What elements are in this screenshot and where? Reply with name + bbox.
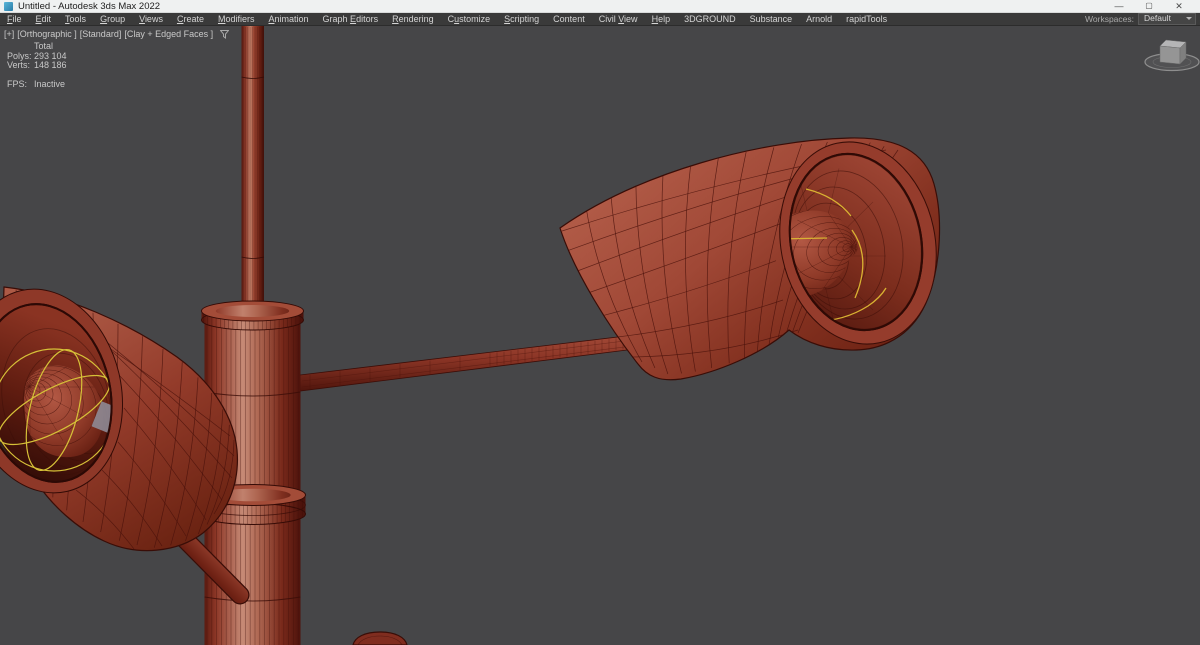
stats-fps-label: FPS: <box>7 78 28 89</box>
menu-item-rendering[interactable]: Rendering <box>385 13 441 25</box>
viewport-menu-standard[interactable]: [Standard] <box>80 29 122 39</box>
stats-verts-label: Verts: <box>7 60 31 70</box>
menu-item-help[interactable]: Help <box>645 13 678 25</box>
window-title: Untitled - Autodesk 3ds Max 2022 <box>18 0 161 12</box>
menu-item-content[interactable]: Content <box>546 13 592 25</box>
lamp-arm-right[interactable] <box>299 332 652 392</box>
menu-item-views[interactable]: Views <box>132 13 170 25</box>
menu-item-arnold[interactable]: Arnold <box>799 13 839 25</box>
workspaces-area: Workspaces: Default <box>1085 13 1200 25</box>
viewport-menu-pos[interactable]: [+] <box>4 29 14 39</box>
lamp-pole[interactable] <box>199 26 306 645</box>
pole-collar-top <box>201 300 304 331</box>
menu-item-civil-view[interactable]: Civil View <box>592 13 645 25</box>
viewport-label: [+] [Orthographic ] [Standard] [Clay + E… <box>4 29 230 39</box>
menu-item-rapidtools[interactable]: rapidTools <box>839 13 894 25</box>
app-icon[interactable] <box>4 1 13 11</box>
menu-bar: File Edit Tools Group Views Create Modifiers An… <box>0 13 1200 26</box>
menu-item-file[interactable]: File <box>0 13 29 25</box>
menu-items: File Edit Tools Group Views Create Modifiers An… <box>0 13 894 25</box>
menu-item-graph-editors[interactable]: Graph Editors <box>316 13 386 25</box>
view-cube[interactable] <box>1144 39 1200 72</box>
chevron-down-icon <box>1186 17 1192 20</box>
workspaces-label: Workspaces: <box>1085 14 1134 24</box>
menu-item-modifiers[interactable]: Modifiers <box>211 13 262 25</box>
workspace-value: Default <box>1144 13 1171 23</box>
viewport[interactable]: [+] [Orthographic ] [Standard] [Clay + E… <box>0 26 1200 645</box>
menu-item-animation[interactable]: Animation <box>261 13 315 25</box>
viewport-statistics: Total Polys: 293 104 Verts: 148 186 FPS: In… <box>7 41 67 89</box>
workspace-dropdown[interactable]: Default <box>1138 13 1196 25</box>
close-button[interactable]: ✕ <box>1164 0 1194 12</box>
menu-item-3dground[interactable]: 3DGROUND <box>677 13 743 25</box>
menu-item-customize[interactable]: Customize <box>441 13 498 25</box>
stats-fps-value: Inactive <box>34 78 66 89</box>
window-controls: — ▢ ✕ <box>1104 0 1200 12</box>
lamp-dome-bottom[interactable] <box>352 631 408 645</box>
menu-item-edit[interactable]: Edit <box>29 13 59 25</box>
menu-item-tools[interactable]: Tools <box>58 13 93 25</box>
menu-item-substance[interactable]: Substance <box>743 13 800 25</box>
menu-item-create[interactable]: Create <box>170 13 211 25</box>
title-bar: Untitled - Autodesk 3ds Max 2022 — ▢ ✕ <box>0 0 1200 13</box>
menu-item-group[interactable]: Group <box>93 13 132 25</box>
viewport-menu-view[interactable]: [Orthographic ] <box>17 29 77 39</box>
minimize-button[interactable]: — <box>1104 0 1134 12</box>
stats-verts-value: 148 186 <box>34 60 67 70</box>
viewport-menu-shading[interactable]: [Clay + Edged Faces ] <box>124 29 213 39</box>
menu-item-scripting[interactable]: Scripting <box>497 13 546 25</box>
viewport-canvas[interactable] <box>0 26 1200 645</box>
maximize-button[interactable]: ▢ <box>1134 0 1164 12</box>
filter-funnel-icon[interactable] <box>220 29 230 39</box>
